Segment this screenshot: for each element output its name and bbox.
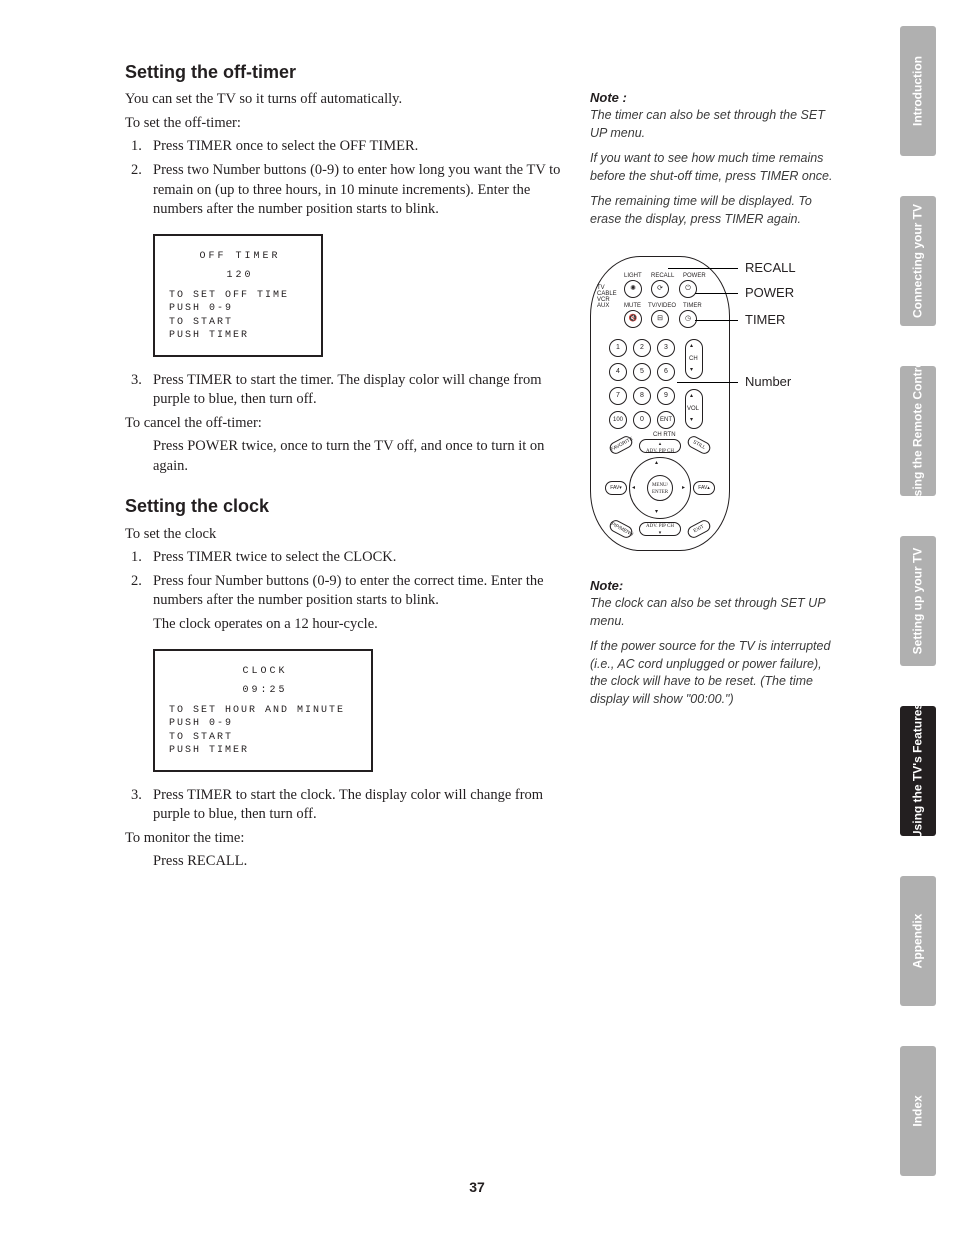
note1-p3: The remaining time will be displayed. To… [590,193,840,228]
tab-index[interactable]: Index [900,1046,936,1176]
callout-number: Number [745,374,791,389]
tab-appendix[interactable]: Appendix [900,876,936,1006]
fav-left: FAV▾ [605,481,627,495]
step-1: 1.Press TIMER once to select the OFF TIM… [153,137,565,157]
tv-video-button: ⊟ [651,310,669,328]
tab-setup[interactable]: Setting up your TV [900,536,936,666]
tab-remote[interactable]: Using the Remote Control [900,366,936,496]
num-7: 7 [609,387,627,405]
note1-heading: Note : [590,90,840,105]
callout-recall: RECALL [745,260,796,275]
to-monitor-label: To monitor the time: [125,829,565,849]
note2-heading: Note: [590,578,840,593]
fav-right: FAV▴ [693,481,715,495]
favorite-button: FAVORITE [608,434,635,456]
num-6: 6 [657,363,675,381]
remote-diagram: TV CABLE VCR AUX LIGHT RECALL POWER ✺ ⟳ … [590,256,840,556]
num-4: 4 [609,363,627,381]
num-1: 1 [609,339,627,357]
to-set-clock-label: To set the clock [125,525,565,545]
light-button: ✺ [624,280,642,298]
num-8: 8 [633,387,651,405]
callout-power: POWER [745,285,794,300]
tab-introduction[interactable]: Introduction [900,26,936,156]
pipmenu-button: PIP/MENU [608,518,635,540]
ent-button: ENT [657,411,675,429]
num-5: 5 [633,363,651,381]
osd-off-timer: OFF TIMER 120 TO SET OFF TIME PUSH 0-9 T… [153,234,323,357]
power-button: ⏻ [679,280,697,298]
recall-button: ⟳ [651,280,669,298]
num-2: 2 [633,339,651,357]
mute-button: 🔇 [624,310,642,328]
note1-p1: The timer can also be set through the SE… [590,107,840,142]
side-tabs: Introduction Connecting your TV Using th… [900,26,936,1216]
exit-button: EXIT [686,518,713,540]
menu-enter-button: MENU/ ENTER [647,475,673,501]
vol-up-icon: ▴ [690,393,693,399]
clock-cycle-note: The clock operates on a 12 hour-cycle. [125,615,565,635]
to-set-label: To set the off-timer: [125,114,565,134]
num-100: 100 [609,411,627,429]
clock-step-1: 1.Press TIMER twice to select the CLOCK. [153,548,565,568]
heading-off-timer: Setting the off-timer [125,60,565,84]
clock-step-3: 3.Press TIMER to start the clock. The di… [153,786,565,825]
tab-features[interactable]: Using the TV's Features [900,706,936,836]
osd-clock: CLOCK 09:25 TO SET HOUR AND MINUTE PUSH … [153,649,373,772]
intro-text: You can set the TV so it turns off autom… [125,90,565,110]
clock-step-2: 2.Press four Number buttons (0-9) to ent… [153,572,565,611]
num-0: 0 [633,411,651,429]
monitor-body: Press RECALL. [125,852,565,872]
vol-down-icon: ▾ [690,417,693,423]
timer-button: ◷ [679,310,697,328]
step-3: 3.Press TIMER to start the timer. The di… [153,371,565,410]
cancel-body: Press POWER twice, once to turn the TV o… [125,437,565,476]
to-cancel-label: To cancel the off-timer: [125,414,565,434]
num-9: 9 [657,387,675,405]
heading-clock: Setting the clock [125,494,565,518]
note2-p1: The clock can also be set through SET UP… [590,595,840,630]
page-number: 37 [0,1179,954,1195]
note2-p2: If the power source for the TV is interr… [590,638,840,708]
num-3: 3 [657,339,675,357]
callout-timer: TIMER [745,312,785,327]
ch-up-icon: ▴ [690,343,693,349]
still-button: STILL [686,434,713,456]
step-2: 2.Press two Number buttons (0-9) to ente… [153,161,565,220]
ch-down-icon: ▾ [690,367,693,373]
tab-connecting[interactable]: Connecting your TV [900,196,936,326]
note1-p2: If you want to see how much time remains… [590,150,840,185]
